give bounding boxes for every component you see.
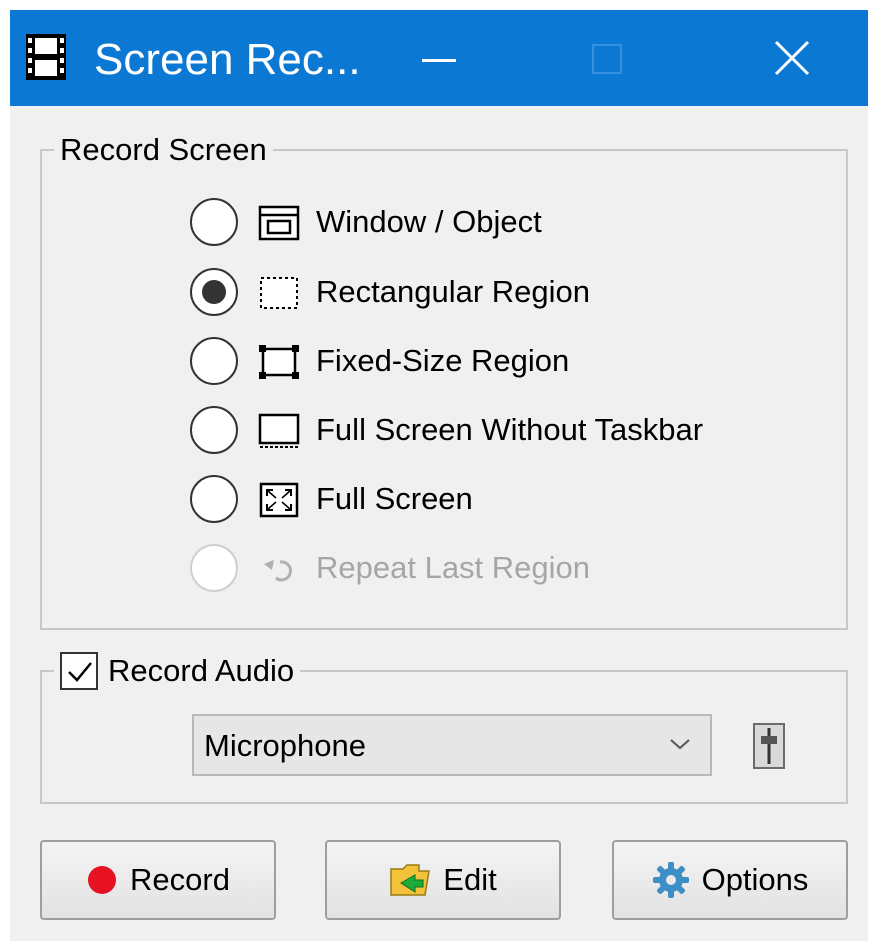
- radio-full-screen[interactable]: [190, 475, 238, 523]
- checkmark-icon: [68, 662, 92, 682]
- option-repeat-last-region: Repeat Last Region: [190, 540, 770, 596]
- option-label: Window / Object: [316, 204, 542, 239]
- repeat-icon: [264, 560, 292, 582]
- screen-without-taskbar-icon: [258, 413, 300, 448]
- minimize-icon: [422, 59, 456, 62]
- record-dot-icon: [88, 866, 117, 894]
- fullscreen-icon: [259, 482, 299, 518]
- option-window-object[interactable]: Window / Object: [190, 194, 770, 250]
- record-screen-legend: Record Screen: [60, 132, 267, 167]
- option-full-screen-without-taskbar[interactable]: Full Screen Without Taskbar: [190, 402, 770, 458]
- close-button[interactable]: [738, 10, 848, 106]
- window-title: Screen Rec...: [94, 35, 361, 84]
- minimize-button[interactable]: [382, 10, 492, 106]
- chevron-down-icon: [670, 739, 690, 750]
- maximize-icon: [592, 44, 622, 74]
- radio-fixed-size-region[interactable]: [190, 337, 238, 385]
- record-audio-checkbox[interactable]: [60, 652, 98, 690]
- record-audio-label: Record Audio: [108, 653, 295, 688]
- option-fixed-size-region[interactable]: Fixed-Size Region: [190, 333, 770, 389]
- record-button[interactable]: Record: [40, 840, 276, 920]
- radio-rectangular-region[interactable]: [190, 268, 238, 316]
- window-icon: [258, 205, 300, 241]
- radio-window-object[interactable]: [190, 198, 238, 246]
- fixed-region-icon: [259, 345, 299, 379]
- option-label: Full Screen: [316, 481, 473, 516]
- record-button-label: Record: [130, 862, 230, 897]
- title-bar[interactable]: Screen Rec...: [10, 10, 868, 106]
- options-button-label: Options: [701, 862, 809, 897]
- screen-recorder-window: Screen Rec... Record Screen Window / Obj…: [10, 10, 868, 941]
- dotted-rectangle-icon: [260, 277, 298, 309]
- folder-edit-icon: [390, 864, 431, 896]
- option-label: Repeat Last Region: [316, 550, 591, 585]
- radio-repeat-last-region: [190, 544, 238, 592]
- option-label: Fixed-Size Region: [316, 343, 570, 378]
- close-icon: [774, 40, 810, 76]
- option-rectangular-region[interactable]: Rectangular Region: [190, 264, 770, 320]
- gear-icon: [652, 862, 689, 898]
- volume-mixer-icon[interactable]: [750, 722, 788, 770]
- record-audio-legend: Record Audio: [54, 652, 300, 690]
- audio-device-select[interactable]: Microphone: [192, 714, 712, 776]
- audio-device-value: Microphone: [204, 728, 366, 763]
- edit-button-label: Edit: [443, 862, 497, 897]
- maximize-button[interactable]: [548, 10, 658, 106]
- option-full-screen[interactable]: Full Screen: [190, 471, 770, 527]
- edit-button[interactable]: Edit: [325, 840, 561, 920]
- radio-full-screen-without-taskbar[interactable]: [190, 406, 238, 454]
- film-strip-icon: [26, 34, 66, 80]
- option-label: Rectangular Region: [316, 274, 591, 309]
- options-button[interactable]: Options: [612, 840, 848, 920]
- option-label: Full Screen Without Taskbar: [316, 412, 704, 447]
